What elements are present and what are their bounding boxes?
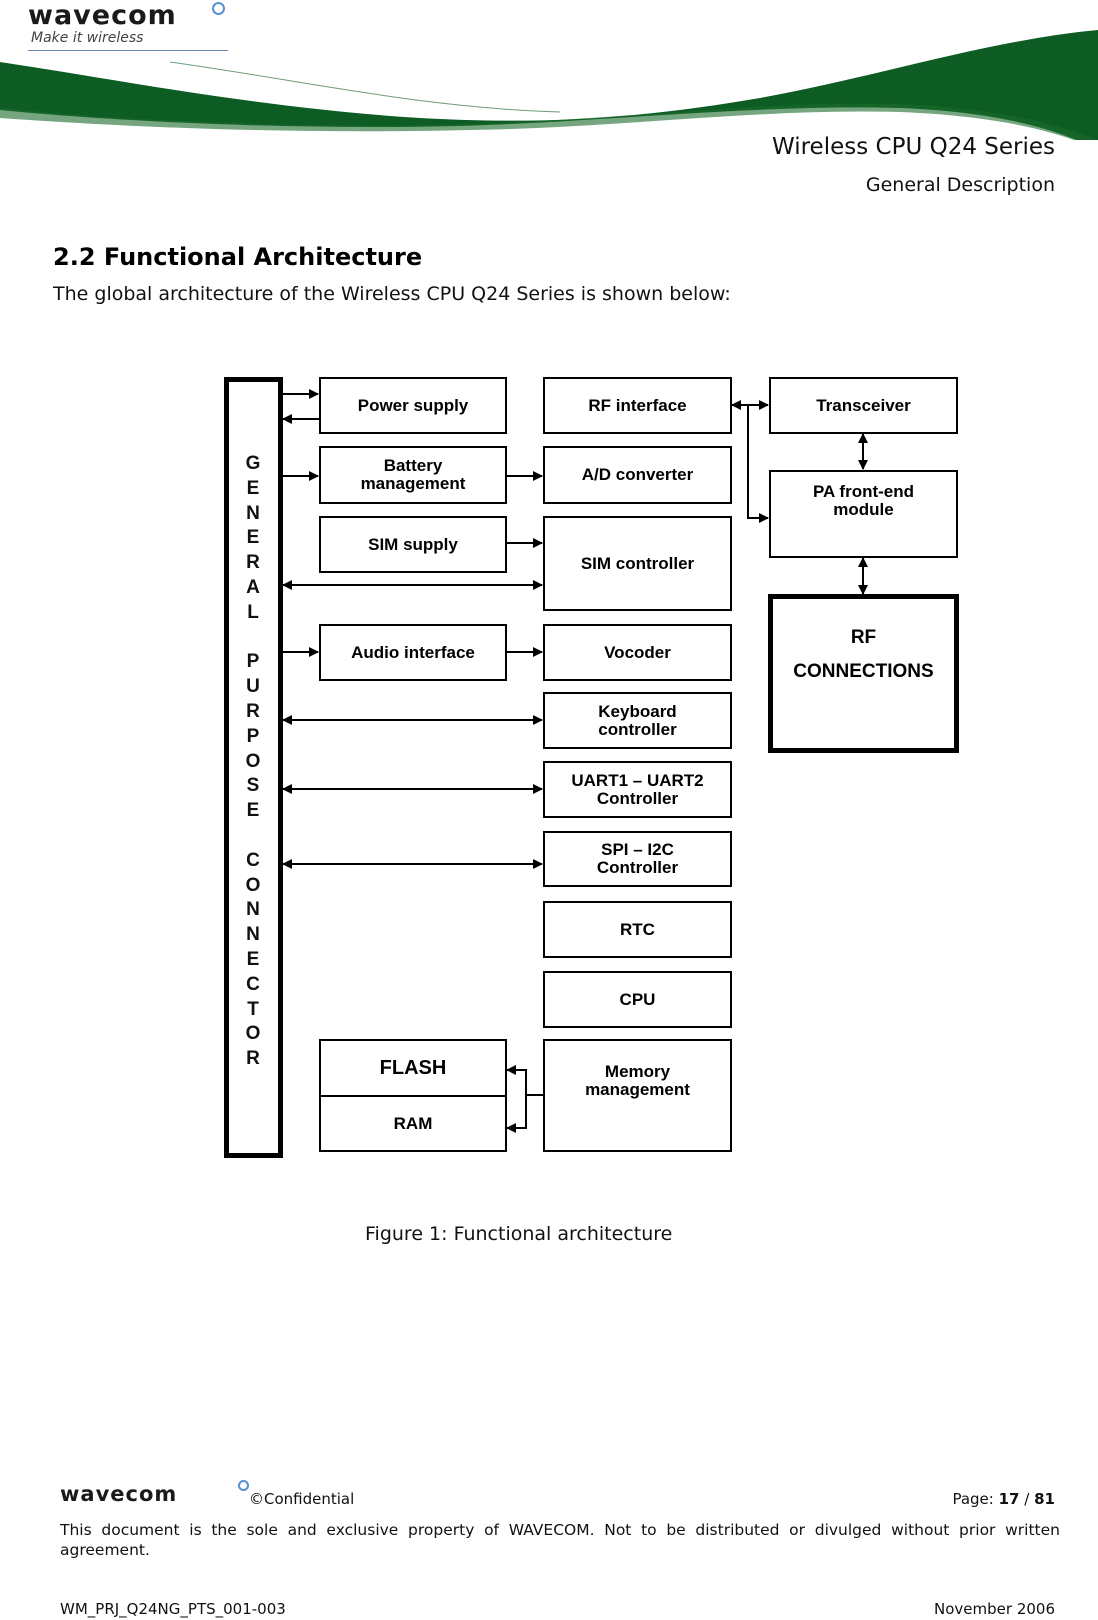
block-rf-interface: RF interface xyxy=(543,377,732,434)
rf-connections-line2: CONNECTIONS xyxy=(793,661,934,682)
connector-letter: C xyxy=(246,849,260,871)
page-number: Page: 17 / 81 xyxy=(952,1490,1055,1508)
connector-letter: R xyxy=(246,552,260,574)
connector-letter: O xyxy=(245,874,261,896)
connector-letter: O xyxy=(245,1023,261,1045)
connector-letter: O xyxy=(245,750,261,772)
figure-caption: Figure 1: Functional architecture xyxy=(365,1223,673,1245)
page-total: 81 xyxy=(1034,1490,1055,1508)
connector-letter: E xyxy=(246,800,260,822)
connector-letter xyxy=(238,626,268,651)
block-spi-i2c-controller: SPI – I2C Controller xyxy=(543,831,732,887)
functional-architecture-diagram: GENERAL PURPOSE CONNECTOR Power supply B… xyxy=(0,0,1098,1200)
block-cpu: CPU xyxy=(543,971,732,1028)
connector-letter: E xyxy=(246,477,260,499)
general-purpose-connector: GENERAL PURPOSE CONNECTOR xyxy=(224,377,283,1158)
connector-letter: N xyxy=(246,899,260,921)
connector-letter: E xyxy=(246,527,260,549)
page-current: 17 xyxy=(998,1490,1020,1508)
connector-letter: P xyxy=(246,725,260,747)
footer-confidential: ©Confidential xyxy=(249,1490,355,1508)
block-flash: FLASH xyxy=(319,1039,507,1097)
wire-rf-interface-to-pa xyxy=(747,405,769,523)
footer-logo-mark-icon xyxy=(238,1480,249,1491)
block-ram: RAM xyxy=(319,1095,507,1152)
connector-label: GENERAL PURPOSE CONNECTOR xyxy=(238,452,268,1072)
connector-letter: N xyxy=(246,924,260,946)
wire-memory-to-ram xyxy=(506,1095,527,1133)
footer-wavecom-logo: wavecom xyxy=(60,1482,178,1506)
connector-letter: G xyxy=(245,453,261,474)
document-date: November 2006 xyxy=(934,1600,1055,1618)
block-memory-management: Memory management xyxy=(543,1039,732,1152)
block-ad-converter: A/D converter xyxy=(543,446,732,504)
block-audio-interface: Audio interface xyxy=(319,624,507,681)
connector-letter: P xyxy=(246,651,260,673)
block-rtc: RTC xyxy=(543,901,732,958)
block-transceiver: Transceiver xyxy=(769,377,958,434)
connector-letter: N xyxy=(246,502,260,524)
block-uart-controller: UART1 – UART2 Controller xyxy=(543,761,732,818)
footer-notice: This document is the sole and exclusive … xyxy=(60,1521,1060,1559)
document-reference: WM_PRJ_Q24NG_PTS_001-003 xyxy=(60,1600,286,1618)
connector-letter: R xyxy=(246,1048,260,1070)
rf-connections-line1: RF xyxy=(850,627,877,648)
wire-memory-to-flash xyxy=(506,1065,527,1095)
footer: wavecom ©Confidential Page: 17 / 81 This… xyxy=(0,1470,1098,1620)
block-pa-front-end-module: PA front-end module xyxy=(769,470,958,558)
block-sim-controller: SIM controller xyxy=(543,516,732,611)
page-separator: / xyxy=(1024,1490,1030,1508)
block-vocoder: Vocoder xyxy=(543,624,732,681)
block-keyboard-controller: Keyboard controller xyxy=(543,692,732,749)
connector-letter xyxy=(238,824,268,849)
connector-letter: E xyxy=(246,948,260,970)
block-rf-connections: RF CONNECTIONS xyxy=(768,594,959,753)
connector-letter: U xyxy=(246,676,260,698)
block-battery-management: Battery management xyxy=(319,446,507,504)
connector-letter: L xyxy=(247,601,259,623)
connector-letter: R xyxy=(246,700,260,722)
connector-letter: A xyxy=(246,576,260,598)
connector-letter: S xyxy=(246,775,260,797)
block-power-supply: Power supply xyxy=(319,377,507,434)
connector-letter: T xyxy=(247,998,259,1020)
connector-letter: C xyxy=(246,973,260,995)
block-sim-supply: SIM supply xyxy=(319,516,507,573)
page-label: Page: xyxy=(952,1490,994,1508)
